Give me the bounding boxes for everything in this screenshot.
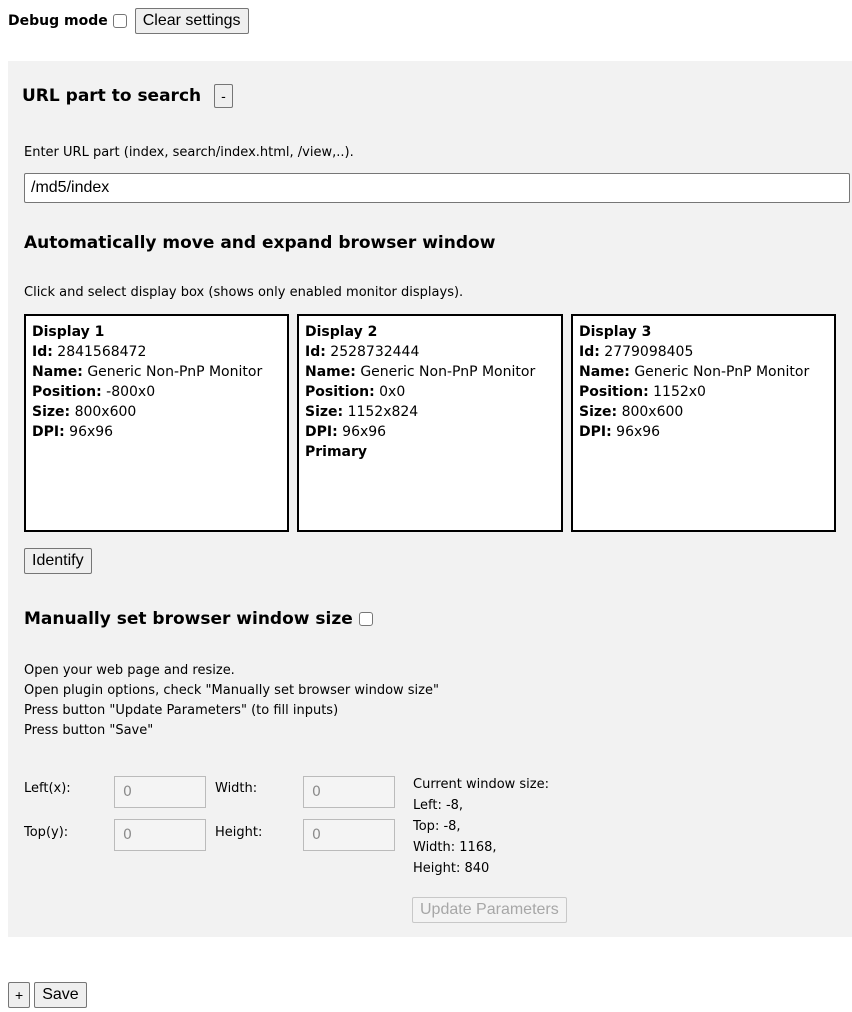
left-input[interactable]: [114, 776, 206, 808]
current-window-size: Current window size: Left: -8, Top: -8, …: [413, 774, 549, 879]
left-label: Left(x):: [24, 781, 71, 796]
display-box-3[interactable]: Display 3 Id: 2779098405 Name: Generic N…: [571, 314, 836, 532]
display-title: Display 3: [579, 324, 652, 340]
add-button[interactable]: +: [8, 982, 31, 1008]
display-box-1[interactable]: Display 1 Id: 2841568472 Name: Generic N…: [24, 314, 289, 532]
display-position: -800x0: [106, 384, 156, 400]
display-position: 0x0: [379, 384, 406, 400]
dpi-label: DPI:: [579, 424, 612, 440]
current-left: Left: -8,: [413, 798, 464, 813]
instructions: Open your web page and resize. Open plug…: [24, 661, 439, 741]
display-name: Generic Non-PnP Monitor: [360, 364, 536, 380]
collapse-button[interactable]: -: [214, 84, 233, 108]
size-label: Size:: [305, 404, 344, 420]
width-label: Width:: [215, 781, 258, 796]
manual-section-header: Manually set browser window size: [24, 609, 373, 629]
bottom-bar: + Save: [8, 982, 87, 1008]
update-parameters-button[interactable]: Update Parameters: [412, 897, 567, 923]
display-size: 800x600: [74, 404, 137, 420]
position-label: Position:: [305, 384, 375, 400]
url-part-input[interactable]: [24, 173, 850, 203]
height-label: Height:: [215, 825, 263, 840]
display-name: Generic Non-PnP Monitor: [634, 364, 810, 380]
primary-label: Primary: [305, 444, 368, 460]
display-dpi: 96x96: [616, 424, 661, 440]
url-section-header: URL part to search -: [22, 84, 233, 108]
display-id: 2779098405: [604, 344, 694, 360]
display-name: Generic Non-PnP Monitor: [87, 364, 263, 380]
name-label: Name:: [305, 364, 356, 380]
auto-hint: Click and select display box (shows only…: [24, 285, 464, 300]
url-hint: Enter URL part (index, search/index.html…: [24, 145, 354, 160]
position-label: Position:: [579, 384, 649, 400]
current-title: Current window size:: [413, 777, 549, 792]
position-label: Position:: [32, 384, 102, 400]
top-input[interactable]: [114, 819, 206, 851]
settings-panel: URL part to search - Enter URL part (ind…: [8, 61, 852, 937]
display-size: 1152x824: [347, 404, 419, 420]
name-label: Name:: [32, 364, 83, 380]
display-size: 800x600: [621, 404, 684, 420]
top-label: Top(y):: [24, 825, 69, 840]
identify-button[interactable]: Identify: [24, 548, 92, 574]
instruction-line: Press button "Update Parameters" (to fil…: [24, 703, 339, 718]
auto-section-title: Automatically move and expand browser wi…: [24, 233, 496, 253]
width-input[interactable]: [303, 776, 395, 808]
dpi-label: DPI:: [305, 424, 338, 440]
url-section-title: URL part to search: [22, 86, 202, 106]
clear-settings-button[interactable]: Clear settings: [134, 8, 249, 34]
instruction-line: Open your web page and resize.: [24, 663, 235, 678]
size-label: Size:: [579, 404, 618, 420]
name-label: Name:: [579, 364, 630, 380]
id-label: Id:: [32, 344, 53, 360]
height-input[interactable]: [303, 819, 395, 851]
debug-mode-checkbox[interactable]: [112, 14, 127, 28]
instruction-line: Open plugin options, check "Manually set…: [24, 683, 439, 698]
instruction-line: Press button "Save": [24, 723, 154, 738]
top-bar: Debug mode Clear settings: [8, 7, 249, 35]
display-position: 1152x0: [653, 384, 706, 400]
id-label: Id:: [579, 344, 600, 360]
current-height: Height: 840: [413, 861, 490, 876]
manual-size-checkbox[interactable]: [358, 612, 373, 626]
display-id: 2528732444: [330, 344, 420, 360]
debug-mode-label: Debug mode: [8, 13, 108, 29]
size-label: Size:: [32, 404, 71, 420]
display-dpi: 96x96: [69, 424, 114, 440]
current-width: Width: 1168,: [413, 840, 497, 855]
id-label: Id:: [305, 344, 326, 360]
dpi-label: DPI:: [32, 424, 65, 440]
display-title: Display 2: [305, 324, 378, 340]
display-id: 2841568472: [57, 344, 147, 360]
display-title: Display 1: [32, 324, 105, 340]
current-top: Top: -8,: [413, 819, 461, 834]
display-dpi: 96x96: [342, 424, 387, 440]
save-button[interactable]: Save: [34, 982, 87, 1008]
display-box-2[interactable]: Display 2 Id: 2528732444 Name: Generic N…: [297, 314, 563, 532]
manual-section-title: Manually set browser window size: [24, 609, 353, 629]
